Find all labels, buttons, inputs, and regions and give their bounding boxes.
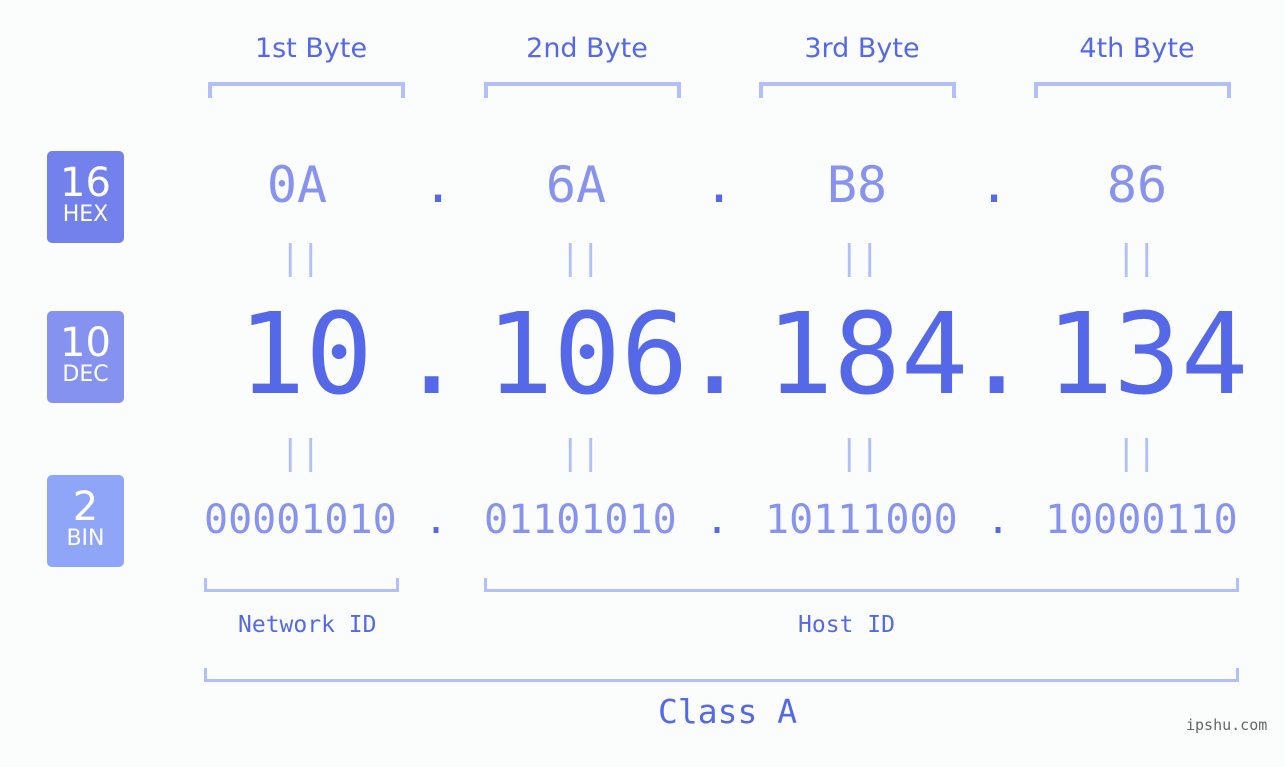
bin-badge-label: BIN bbox=[66, 526, 105, 551]
hex-separator: . bbox=[423, 156, 454, 214]
byte-bracket-3 bbox=[759, 82, 956, 98]
bin-byte-4: 10000110 bbox=[1045, 497, 1238, 543]
dec-badge-base: 10 bbox=[60, 320, 111, 366]
dec-badge: 10 DEC bbox=[47, 311, 124, 403]
host-id-label: Host ID bbox=[798, 612, 895, 638]
byte-label-4: 4th Byte bbox=[1079, 33, 1195, 64]
dec-separator: . bbox=[681, 290, 749, 420]
equals-sign: || bbox=[839, 433, 880, 473]
hex-byte-3: B8 bbox=[826, 156, 888, 214]
hex-badge-label: HEX bbox=[62, 202, 109, 227]
watermark: ipshu.com bbox=[1186, 716, 1268, 734]
bin-badge: 2 BIN bbox=[47, 475, 124, 567]
bin-byte-2: 01101010 bbox=[484, 497, 677, 543]
dec-badge-label: DEC bbox=[62, 362, 109, 387]
dec-byte-1: 10 bbox=[238, 290, 373, 420]
class-bracket bbox=[204, 668, 1239, 682]
byte-bracket-1 bbox=[208, 82, 405, 98]
network-id-bracket bbox=[204, 578, 399, 592]
bin-byte-3: 10111000 bbox=[765, 497, 958, 543]
byte-label-1: 1st Byte bbox=[254, 33, 368, 64]
byte-bracket-4 bbox=[1034, 82, 1231, 98]
equals-sign: || bbox=[280, 238, 321, 278]
bin-separator: . bbox=[705, 497, 730, 543]
dec-byte-3: 184 bbox=[766, 290, 969, 420]
class-label: Class A bbox=[658, 692, 798, 731]
equals-sign: || bbox=[839, 238, 880, 278]
bin-badge-base: 2 bbox=[72, 484, 99, 530]
hex-byte-2: 6A bbox=[545, 156, 607, 214]
hex-badge: 16 HEX bbox=[47, 151, 124, 243]
bin-separator: . bbox=[424, 497, 449, 543]
host-id-bracket bbox=[484, 578, 1239, 592]
hex-separator: . bbox=[704, 156, 735, 214]
equals-sign: || bbox=[1116, 238, 1157, 278]
dec-separator: . bbox=[963, 290, 1031, 420]
equals-sign: || bbox=[280, 433, 321, 473]
equals-sign: || bbox=[560, 433, 601, 473]
byte-label-2: 2nd Byte bbox=[526, 33, 648, 64]
dec-byte-2: 106 bbox=[486, 290, 689, 420]
hex-byte-1: 0A bbox=[266, 156, 328, 214]
dec-byte-4: 134 bbox=[1046, 290, 1249, 420]
bin-separator: . bbox=[986, 497, 1011, 543]
byte-label-3: 3rd Byte bbox=[804, 33, 920, 64]
network-id-label: Network ID bbox=[238, 612, 377, 638]
byte-bracket-2 bbox=[484, 82, 681, 98]
dec-separator: . bbox=[398, 290, 466, 420]
equals-sign: || bbox=[560, 238, 601, 278]
equals-sign: || bbox=[1116, 433, 1157, 473]
hex-badge-base: 16 bbox=[60, 160, 111, 206]
bin-byte-1: 00001010 bbox=[204, 497, 397, 543]
hex-separator: . bbox=[979, 156, 1010, 214]
hex-byte-4: 86 bbox=[1106, 156, 1168, 214]
